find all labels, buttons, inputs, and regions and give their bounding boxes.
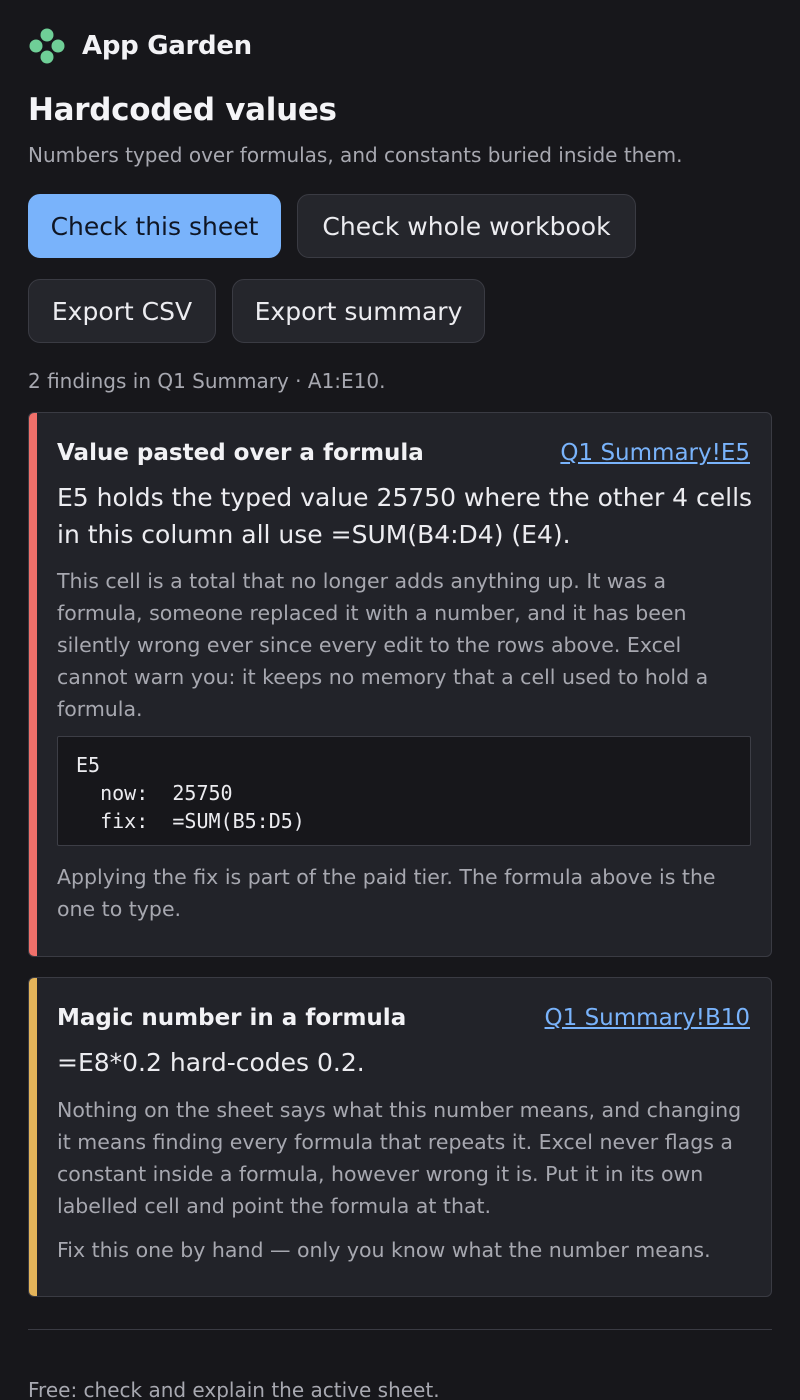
page-title: Hardcoded values (28, 92, 337, 128)
fix-note: Fix this one by hand — only you know wha… (57, 1238, 711, 1262)
page-subtitle: Numbers typed over formulas, and constan… (28, 143, 683, 167)
findings-status: 2 findings in Q1 Summary · A1:E10. (28, 369, 386, 393)
code-cell-ref: E5 (76, 753, 101, 777)
finding-title: Magic number in a formula (57, 1005, 407, 1031)
tier-info: Free: check and explain the active sheet… (28, 1378, 440, 1400)
finding-explanation: This cell is a total that no longer adds… (57, 569, 709, 721)
check-sheet-button[interactable]: Check this sheet (28, 194, 281, 258)
fix-note: Applying the fix is part of the paid tie… (57, 865, 716, 921)
app-name: App Garden (82, 31, 252, 61)
cell-reference-link[interactable]: Q1 Summary!B10 (545, 1005, 750, 1031)
code-fix-label: fix: (100, 809, 149, 833)
finding-summary: E5 holds the typed value 25750 where the… (57, 483, 753, 549)
code-now-value: 25750 (172, 781, 233, 805)
brand-header: App Garden (28, 26, 252, 66)
code-fix-value: =SUM(B5:D5) (172, 809, 305, 833)
severity-bar-warning (29, 978, 37, 1296)
code-now-label: now: (100, 781, 149, 805)
fix-code-block: E5 now: 25750 fix: =SUM(B5:D5) (57, 736, 751, 846)
export-summary-button[interactable]: Export summary (232, 279, 485, 343)
four-leaf-flower-icon (29, 28, 65, 64)
cell-reference-link[interactable]: Q1 Summary!E5 (560, 440, 750, 466)
finding-card: Value pasted over a formula Q1 Summary!E… (28, 412, 772, 957)
severity-bar-error (29, 413, 37, 956)
finding-title: Value pasted over a formula (57, 440, 424, 466)
export-csv-button[interactable]: Export CSV (28, 279, 216, 343)
divider (28, 1329, 772, 1330)
finding-card: Magic number in a formula Q1 Summary!B10… (28, 977, 772, 1297)
finding-explanation: Nothing on the sheet says what this numb… (57, 1098, 742, 1218)
check-workbook-button[interactable]: Check whole workbook (297, 194, 636, 258)
finding-summary: =E8*0.2 hard-codes 0.2. (57, 1048, 365, 1077)
